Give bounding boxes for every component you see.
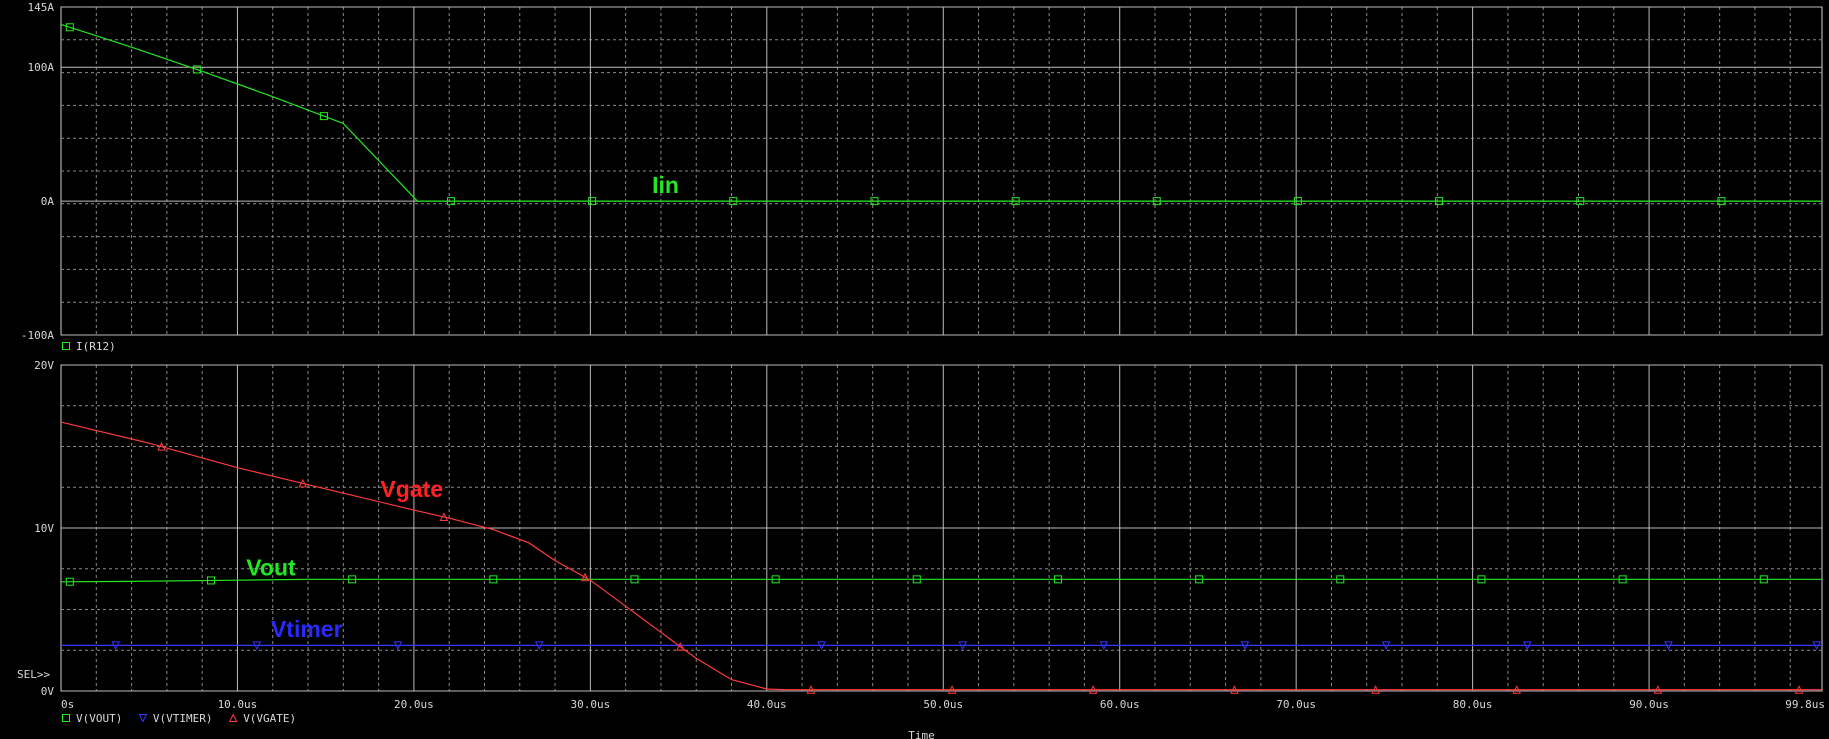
- series-v-vtimer: [61, 641, 1822, 650]
- x-tick-label: 50.0us: [923, 698, 963, 711]
- legend-marker: [62, 714, 70, 722]
- series-v-vout: [60, 575, 1822, 586]
- x-tick-label: 10.0us: [218, 698, 258, 711]
- sel-marker-label: SEL>>: [17, 668, 50, 681]
- x-tick-label: 70.0us: [1276, 698, 1316, 711]
- x-tick-label: 90.0us: [1629, 698, 1669, 711]
- x-tick-label: 99.8us: [1785, 698, 1825, 711]
- legend-marker: [62, 342, 70, 350]
- legend-label: I(R12): [76, 340, 116, 353]
- legend-label: V(VTIMER): [153, 712, 213, 725]
- y-tick-label: 0V: [41, 685, 55, 698]
- y-tick-label: -100A: [21, 329, 54, 342]
- x-tick-label: 80.0us: [1453, 698, 1493, 711]
- series-line: [60, 578, 1822, 583]
- legend-marker: [138, 714, 148, 723]
- trace-annotation: Iin: [652, 172, 679, 198]
- x-tick-label: 30.0us: [570, 698, 610, 711]
- y-tick-label: 100A: [28, 61, 55, 74]
- trace-annotation: Vout: [246, 554, 296, 580]
- trace-annotation: Vtimer: [271, 616, 343, 642]
- pspice-probe-window: 145A 100A 0A -100A Iin I(R12) 20V 10V 0V Vgate Vou…: [0, 0, 1829, 739]
- x-tick-label: 60.0us: [1100, 698, 1140, 711]
- x-tick-label: 40.0us: [747, 698, 787, 711]
- series-line: [60, 421, 1822, 691]
- series-v-vgate: [60, 421, 1822, 694]
- x-tick-label: 0s: [61, 698, 74, 711]
- legend-marker: [228, 713, 238, 722]
- y-tick-label: 0A: [41, 195, 55, 208]
- y-tick-label: 20V: [34, 359, 54, 372]
- legend-label: V(VGATE): [243, 712, 296, 725]
- trace-annotation: Vgate: [380, 476, 443, 502]
- legend-label: V(VOUT): [76, 712, 122, 725]
- current-plot-panel: 145A 100A 0A -100A Iin I(R12): [21, 1, 1823, 353]
- voltage-plot-panel: 20V 10V 0V Vgate Vout Vtimer 0s 10.0us 20.0us 30.…: [17, 359, 1825, 739]
- waveform-plot: 145A 100A 0A -100A Iin I(R12) 20V 10V 0V Vgate Vou…: [17, 1, 1825, 739]
- y-tick-label: 10V: [34, 522, 54, 535]
- series-i-r12: [60, 23, 1822, 206]
- y-tick-label: 145A: [28, 1, 55, 14]
- x-axis-label: Time: [908, 729, 935, 739]
- x-tick-label: 20.0us: [394, 698, 434, 711]
